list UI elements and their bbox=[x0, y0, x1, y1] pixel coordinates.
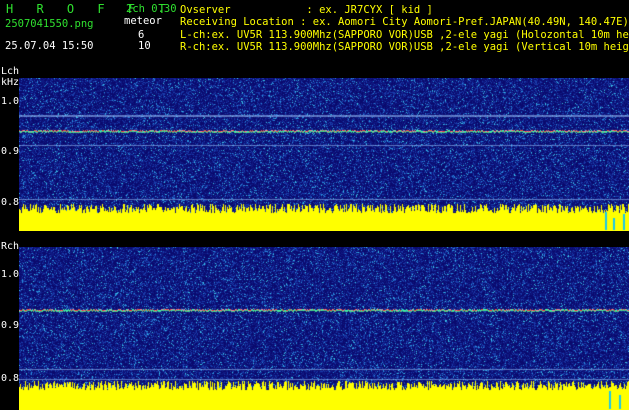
filename-label: 2507041550.png bbox=[5, 18, 94, 30]
rch-count: 10 bbox=[138, 40, 151, 52]
lch-ylabel-0.8: 0.8 bbox=[1, 197, 20, 208]
lch-ylabel-1.0: 1.0 bbox=[1, 96, 20, 107]
lch-spectrogram bbox=[19, 78, 629, 231]
rch-ylabel-0.8: 0.8 bbox=[1, 373, 20, 384]
lch-label: Lch bbox=[1, 66, 20, 77]
rch-label: Rch bbox=[1, 241, 20, 252]
location-line: Receiving Location : ex. Aomori City Aom… bbox=[180, 16, 629, 28]
datetime-label: 25.07.04 15:50 bbox=[5, 40, 94, 52]
rch-ylabel-0.9: 0.9 bbox=[1, 320, 20, 331]
mode-label: meteor bbox=[124, 15, 162, 27]
lch-description: L-ch:ex. UV5R 113.900Mhz(SAPPORO VOR)USB… bbox=[180, 29, 629, 41]
observer-line: Ovserver : ex. JR7CYX [ kid ] bbox=[180, 4, 433, 16]
rch-spectrogram bbox=[19, 247, 629, 410]
rch-ylabel-1.0: 1.0 bbox=[1, 269, 20, 280]
lch-ylabel-0.9: 0.9 bbox=[1, 146, 20, 157]
version-label: 2ch 0.30 bbox=[126, 3, 177, 15]
lch-unit-label: kHz bbox=[1, 77, 20, 88]
rch-description: R-ch:ex. UV5R 113.900Mhz(SAPPORO VOR)USB… bbox=[180, 41, 629, 53]
